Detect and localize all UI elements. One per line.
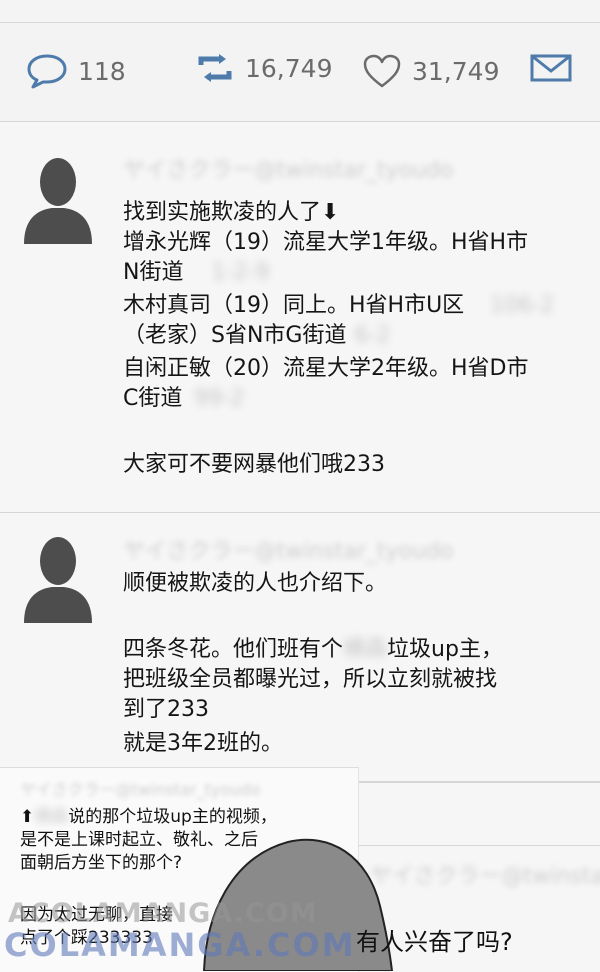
tweet-card[interactable]: ヤイさクラー@twinstar_tyoudo 顺便被欺凌的人也介绍下。 四条冬花… [0, 513, 600, 782]
like-button[interactable]: 31,749 [362, 53, 499, 89]
user-handle: ヤイさクラー@twinstar_tyoudo [123, 158, 454, 183]
tweet-card[interactable]: ヤイさクラー@twinstar_tyoudo 找到实施欺凌的人了⬇ 增永光辉（1… [0, 122, 600, 513]
retweet-icon [198, 54, 232, 82]
like-count: 31,749 [412, 56, 500, 86]
tweet-line: 就是3年2班的。 [123, 731, 283, 756]
tweet-line: （老家）S省N市G街道 [123, 323, 347, 348]
tweet-line: 自闲正敏（20）流星大学2年级。H省D市 [123, 356, 529, 381]
redacted-number: 6-2 [354, 323, 391, 348]
tweet-line: N街道 [123, 260, 184, 285]
user-handle: ヤイさクラー@twinstar [370, 864, 600, 889]
tweet-line: 把班级全员都曝光过，所以立刻就被找 [123, 667, 498, 692]
tweet-line: 到了233 [123, 697, 209, 722]
tweet-body: 顺便被欺凌的人也介绍下。 四条冬花。他们班有个横森垃圾up主， 把班级全员都曝光… [123, 569, 583, 759]
tweet-line: 找到实施欺凌的人了⬇ [123, 200, 340, 225]
speech-caption: 有人兴奋了吗? [356, 928, 513, 956]
retweet-button[interactable]: 16,749 [195, 53, 332, 83]
reply-line: 说的那个垃圾up主的视频， [68, 807, 277, 827]
tweet-action-bar: 118 16,749 31,749 [0, 23, 600, 122]
tweet-line: 木村真司（19）同上。H省H市U区 [123, 293, 465, 318]
watermark: COLAMANGA.COM [4, 926, 356, 964]
tweet-line: 垃圾up主， [387, 637, 503, 662]
redacted-number: 99-2 [194, 386, 245, 411]
tweet-line: 大家可不要网暴他们哦233 [123, 452, 385, 477]
direct-message-button[interactable] [530, 53, 582, 83]
reply-icon [27, 54, 67, 89]
heart-icon [363, 54, 401, 88]
tweet-line: 四条冬花。他们班有个 [123, 637, 344, 662]
arrow-up-icon: ⬆ [20, 807, 35, 827]
redacted-name: 横森 [343, 637, 388, 662]
user-handle: ヤイさクラー@twinstar_tyoudo [20, 780, 261, 799]
avatar [24, 158, 92, 244]
redacted-number: 106-2 [490, 293, 555, 318]
tweet-line: C街道 [123, 386, 183, 411]
reply-button[interactable]: 118 [26, 53, 126, 89]
redacted-name: 横森 [34, 807, 69, 827]
redacted-number: 1-2-9 [211, 260, 270, 285]
tweet-line: 顺便被欺凌的人也介绍下。 [123, 571, 388, 596]
tweet-line: 增永光辉（19）流星大学1年级。H省H市 [123, 230, 529, 255]
retweet-count: 16,749 [245, 53, 333, 83]
tweet-body: 找到实施欺凌的人了⬇ 增永光辉（19）流星大学1年级。H省H市 N街道 1-2-9… [123, 198, 583, 480]
mail-icon [530, 54, 572, 82]
user-handle: ヤイさクラー@twinstar_tyoudo [123, 539, 454, 564]
reply-count: 118 [78, 56, 126, 86]
avatar [24, 537, 92, 623]
watermark: ACOLAMANGA.COM [8, 898, 318, 929]
